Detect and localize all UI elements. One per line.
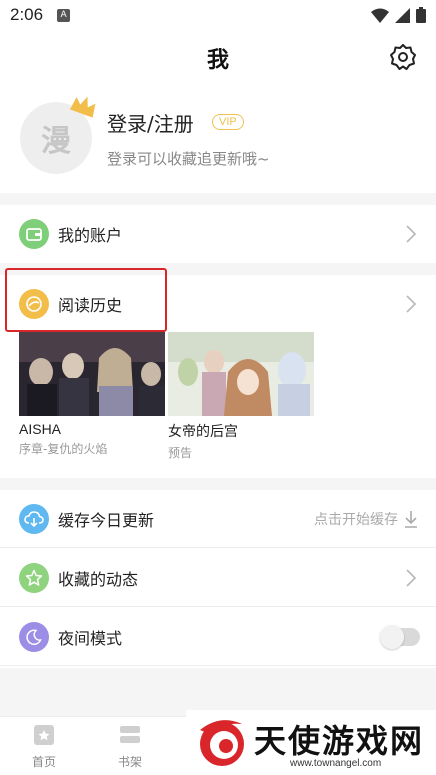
crown-icon <box>70 96 96 118</box>
menu-item-account-label: 我的账户 <box>58 226 123 245</box>
menu-item-night-mode[interactable]: 夜间模式 <box>0 608 436 666</box>
chevron-right-icon <box>406 225 417 243</box>
row-divider <box>0 665 436 666</box>
gear-icon <box>390 44 416 70</box>
row-divider <box>0 547 436 548</box>
star-icon <box>19 563 49 593</box>
watermark-text: 天使游戏网 <box>254 722 425 760</box>
nav-item-bookshelf[interactable]: 书架 <box>100 721 160 770</box>
page-bottom-fill <box>0 668 436 716</box>
page-header: 我 <box>0 30 436 86</box>
cache-hint: 点击开始缓存 <box>314 512 398 528</box>
cloud-download-icon <box>19 504 49 534</box>
nav-item-bookshelf-label: 书架 <box>117 755 142 769</box>
avatar-placeholder-char: 漫 <box>41 124 71 159</box>
menu-item-cache[interactable]: 缓存今日更新 点击开始缓存 <box>0 490 436 548</box>
nav-item-home[interactable]: 首页 <box>14 721 74 770</box>
night-mode-toggle[interactable] <box>380 625 420 649</box>
status-bar: 2:06 A <box>0 0 436 30</box>
notification-badge: A <box>57 8 71 22</box>
menu-item-favorites[interactable]: 收藏的动态 <box>0 549 436 607</box>
section-divider <box>0 478 436 490</box>
nav-item-home-label: 首页 <box>31 755 56 769</box>
status-time: 2:06 <box>10 5 44 24</box>
history-card-title: AISHA <box>19 421 62 437</box>
settings-button[interactable] <box>388 42 418 72</box>
vip-badge: VIP <box>212 114 244 130</box>
toggle-knob[interactable] <box>380 625 404 649</box>
download-icon[interactable] <box>404 510 418 528</box>
watermark: 天使游戏网 www.townangel.com <box>186 710 436 775</box>
history-card-chapter: 预告 <box>168 446 193 460</box>
signal-icon <box>395 7 410 23</box>
home-icon <box>34 725 54 745</box>
chevron-right-icon <box>406 295 417 313</box>
section-divider <box>0 193 436 205</box>
cover-image <box>19 332 165 416</box>
login-register-link[interactable]: 登录/注册 <box>107 108 194 137</box>
watermark-url: www.townangel.com <box>290 758 382 769</box>
row-divider <box>0 606 436 607</box>
history-card-title: 女帝的后宫 <box>168 423 238 439</box>
moon-icon <box>19 622 49 652</box>
chevron-right-icon <box>406 569 417 587</box>
menu-item-night-mode-label: 夜间模式 <box>58 629 123 648</box>
battery-icon <box>416 7 426 23</box>
status-icons <box>371 7 426 23</box>
profile-section[interactable]: 漫 登录/注册 VIP 登录可以收藏追更新哦~ <box>0 92 436 192</box>
history-card[interactable]: AISHA 序章-复仇的火焰 <box>19 332 165 457</box>
menu-item-cache-label: 缓存今日更新 <box>58 511 155 530</box>
page-title: 我 <box>206 48 229 73</box>
bookshelf-icon <box>120 726 140 743</box>
wifi-icon <box>371 8 389 23</box>
wallet-icon <box>19 219 49 249</box>
login-subtitle: 登录可以收藏追更新哦~ <box>107 150 270 168</box>
cover-image <box>168 332 314 416</box>
history-card-chapter: 序章-复仇的火焰 <box>19 442 108 456</box>
menu-item-favorites-label: 收藏的动态 <box>58 570 139 589</box>
menu-item-account[interactable]: 我的账户 <box>0 205 436 263</box>
watermark-logo <box>200 720 244 766</box>
history-card[interactable]: 女帝的后宫 预告 <box>168 332 314 461</box>
highlight-annotation <box>5 268 167 332</box>
